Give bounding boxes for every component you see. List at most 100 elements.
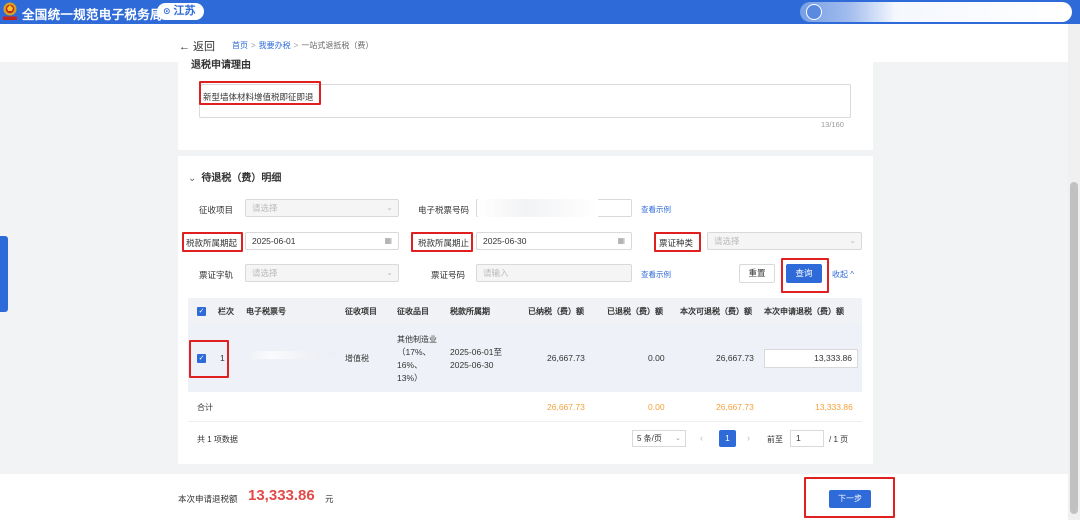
refund-detail-title[interactable]: ⌄ 待退税（费）明细 <box>188 169 281 184</box>
table-total-row: 合计 26,667.73 0.00 26,667.73 13,333.86 <box>188 392 862 422</box>
breadcrumb-mytax[interactable]: 我要办税 <box>259 41 291 50</box>
next-page-icon[interactable]: › <box>747 433 750 443</box>
redacted-ticket-no <box>244 351 336 359</box>
period-end-value: 2025-06-30 <box>483 236 527 246</box>
row-period-1: 2025-06-01至 <box>450 347 502 357</box>
pagination-total: 共 1 项数据 <box>197 435 238 444</box>
breadcrumb: 首页 > 我要办税 > 一站式退抵税（费） <box>232 40 373 51</box>
chevron-down-icon: ⌄ <box>849 236 856 245</box>
breadcrumb-current: 一站式退抵税（费） <box>301 41 374 50</box>
voucher-type-placeholder: 请选择 <box>714 236 740 246</box>
voucher-word-label: 票证字轨 <box>199 270 234 280</box>
voucher-no-label: 票证号码 <box>431 270 466 280</box>
jump-label: 前至 <box>767 435 783 444</box>
period-start-value: 2025-06-01 <box>252 236 296 246</box>
row-levy-item: 增值税 <box>345 354 369 363</box>
refund-detail-title-text: 待退税（费）明细 <box>201 173 282 184</box>
collapse-toggle[interactable]: 收起 ^ <box>832 269 854 280</box>
row-levy-sub-1: 其他制造业 <box>397 335 437 344</box>
row-levy-sub-4: 13%） <box>397 373 423 383</box>
select-all-checkbox[interactable]: ✓ <box>197 307 206 316</box>
period-end-input[interactable]: 2025-06-30 ▦ <box>476 232 632 250</box>
chevron-down-icon: ⌄ <box>188 173 197 184</box>
col-header-paid: 已纳税（费）额 <box>528 307 584 316</box>
voucher-no-input[interactable]: 请输入 <box>476 264 632 282</box>
row-select-highlight <box>189 340 229 378</box>
breadcrumb-separator: > <box>251 41 256 50</box>
voucher-type-select[interactable]: 请选择 ⌄ <box>707 232 862 250</box>
region-selector[interactable]: ⊙ 江苏 <box>157 3 204 20</box>
row-refunded: 0.00 <box>648 353 665 363</box>
top-bar: 全国统一规范电子税务局 ⊙ 江苏 <box>0 0 1080 24</box>
row-levy-sub-3: 16%、 <box>397 360 423 370</box>
breadcrumb-home[interactable]: 首页 <box>232 41 248 50</box>
row-period-2: 2025-06-30 <box>450 360 494 370</box>
footer-bar: 本次申请退税额 13,333.86 元 <box>0 474 1080 520</box>
sum-label: 本次申请退税额 <box>178 494 238 504</box>
refund-reason-title: 退税申请理由 <box>191 60 251 71</box>
row-refundable: 26,667.73 <box>716 353 754 363</box>
location-pin-icon: ⊙ <box>163 6 171 16</box>
col-header-index: 栏次 <box>218 307 234 316</box>
voucher-no-placeholder: 请输入 <box>483 268 509 278</box>
total-paid: 26,667.73 <box>547 402 585 412</box>
page-number-current[interactable]: 1 <box>719 430 736 447</box>
col-header-ticket-no: 电子税票号 <box>246 307 286 316</box>
breadcrumb-separator: > <box>293 41 299 50</box>
col-header-refundable: 本次可退税（费）额 <box>680 307 752 316</box>
side-assistant-tab[interactable] <box>0 236 8 312</box>
redacted-area <box>478 199 598 217</box>
ticket-no-label: 电子税票号码 <box>418 205 470 215</box>
breadcrumb-bar: ← 返回 首页 > 我要办税 > 一站式退抵税（费） <box>0 24 1080 62</box>
row-paid: 26,667.73 <box>547 353 585 363</box>
prev-page-icon[interactable]: ‹ <box>700 433 703 443</box>
page-size-select[interactable]: 5 条/页 ⌄ <box>632 430 686 447</box>
tax-emblem-icon <box>3 2 17 20</box>
reason-highlight <box>199 81 321 105</box>
user-avatar[interactable] <box>806 4 822 20</box>
example-link-2[interactable]: 查看示例 <box>641 269 671 280</box>
apply-amount-input[interactable]: 13,333.86 <box>764 349 858 368</box>
row-levy-sub-2: （17%、 <box>397 347 432 357</box>
period-start-input[interactable]: 2025-06-01 ▦ <box>245 232 399 250</box>
table-header: ✓ 栏次 电子税票号 征收项目 征收品目 税款所属期 已纳税（费）额 已退税（费… <box>188 298 862 324</box>
total-refunded: 0.00 <box>648 402 665 412</box>
total-label: 合计 <box>197 403 213 412</box>
levy-item-select[interactable]: 请选择 ⌄ <box>245 199 399 217</box>
char-counter: 13/160 <box>821 120 844 129</box>
sum-unit: 元 <box>325 494 334 504</box>
app-title: 全国统一规范电子税务局 <box>22 8 163 22</box>
period-end-highlight <box>411 232 473 252</box>
reset-button[interactable]: 重置 <box>739 264 775 283</box>
total-apply: 13,333.86 <box>815 402 853 412</box>
levy-item-placeholder: 请选择 <box>252 203 278 213</box>
refund-reason-card: 退税申请理由 新型墙体材料增值税即征即退 13/160 <box>178 60 873 150</box>
example-link[interactable]: 查看示例 <box>641 204 671 215</box>
voucher-type-highlight <box>654 232 701 252</box>
col-header-period: 税款所属期 <box>450 307 490 316</box>
back-button[interactable]: ← 返回 <box>179 38 215 54</box>
query-highlight <box>781 258 829 293</box>
sum-value: 13,333.86 <box>248 487 315 504</box>
col-header-apply: 本次申请退税（费）额 <box>764 307 844 316</box>
calendar-icon: ▦ <box>617 236 625 245</box>
col-header-refunded: 已退税（费）额 <box>607 307 663 316</box>
calendar-icon: ▦ <box>384 236 392 245</box>
chevron-down-icon: ⌄ <box>386 268 393 277</box>
chevron-down-icon: ⌄ <box>386 203 393 212</box>
page-size-value: 5 条/页 <box>637 434 662 443</box>
voucher-word-placeholder: 请选择 <box>252 268 278 278</box>
user-area[interactable] <box>800 2 1072 22</box>
total-pages: / 1 页 <box>829 435 849 444</box>
region-label: 江苏 <box>173 5 196 17</box>
chevron-down-icon: ⌄ <box>675 435 681 442</box>
total-refundable: 26,667.73 <box>716 402 754 412</box>
next-step-highlight <box>804 477 895 518</box>
jump-page-input[interactable]: 1 <box>790 430 824 447</box>
period-start-highlight <box>182 232 243 252</box>
levy-item-label: 征收项目 <box>199 205 234 215</box>
col-header-levy-sub: 征收品目 <box>397 307 429 316</box>
voucher-word-select[interactable]: 请选择 ⌄ <box>245 264 399 282</box>
scrollbar-thumb[interactable] <box>1070 182 1078 514</box>
col-header-levy-item: 征收项目 <box>345 307 377 316</box>
